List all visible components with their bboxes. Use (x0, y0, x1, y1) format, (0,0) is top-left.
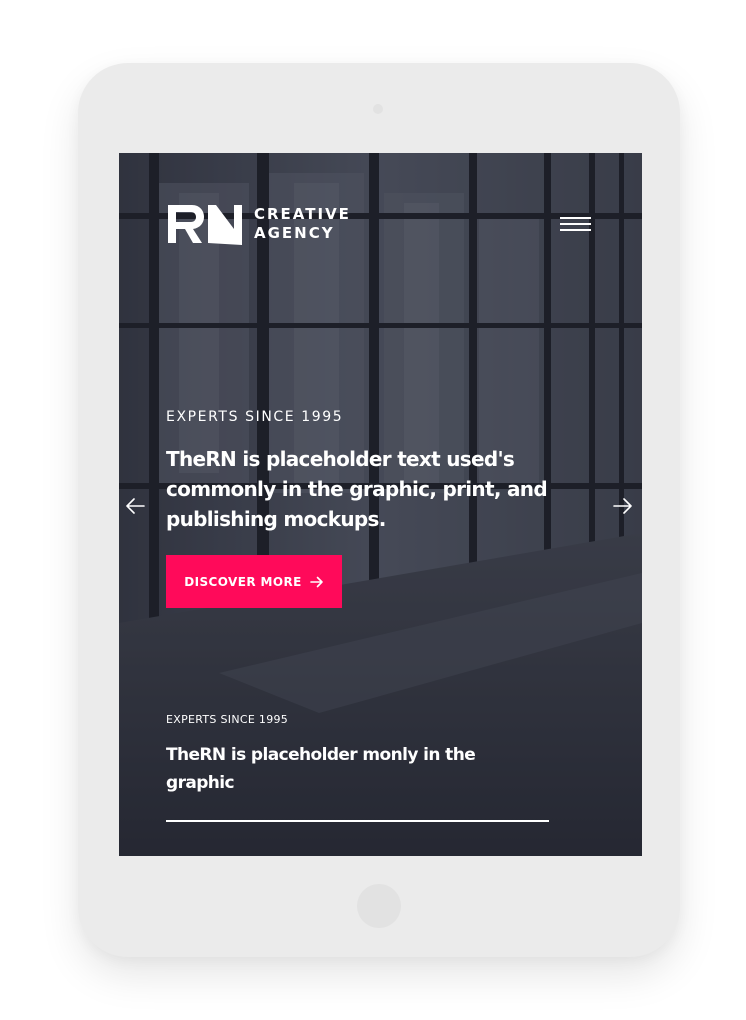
brand-name: CREATIVE AGENCY (254, 205, 351, 243)
next-slide-headline[interactable]: TheRN is placeholder monly in the graphi… (166, 741, 506, 797)
arrow-right-icon[interactable] (612, 495, 634, 517)
slide-progress-track (166, 820, 549, 822)
menu-bar (560, 229, 591, 231)
discover-more-button[interactable]: DISCOVER MORE (166, 555, 342, 608)
page: CREATIVE AGENCY EXPERTS SINCE 1995 TheRN… (0, 0, 746, 1020)
hero-headline: TheRN is placeholder text used's commonl… (166, 447, 548, 531)
rn-logo-icon (168, 205, 242, 245)
tablet-frame: CREATIVE AGENCY EXPERTS SINCE 1995 TheRN… (78, 63, 680, 957)
arrow-right-icon (309, 576, 323, 587)
slide-progress-fill (166, 820, 549, 822)
menu-bar (560, 223, 591, 225)
discover-more-label: DISCOVER MORE (184, 574, 302, 589)
menu-bar (560, 217, 591, 219)
hamburger-menu-icon[interactable] (560, 216, 592, 232)
brand-logo[interactable]: CREATIVE AGENCY (166, 203, 351, 245)
tablet-screen: CREATIVE AGENCY EXPERTS SINCE 1995 TheRN… (119, 153, 642, 856)
hero-eyebrow: EXPERTS SINCE 1995 (166, 409, 344, 425)
brand-line-2: AGENCY (254, 224, 335, 242)
brand-line-1: CREATIVE (254, 205, 351, 223)
next-slide-eyebrow: EXPERTS SINCE 1995 (166, 713, 289, 726)
arrow-left-icon[interactable] (124, 495, 146, 517)
tablet-home-button[interactable] (357, 884, 401, 928)
tablet-camera (373, 104, 383, 114)
